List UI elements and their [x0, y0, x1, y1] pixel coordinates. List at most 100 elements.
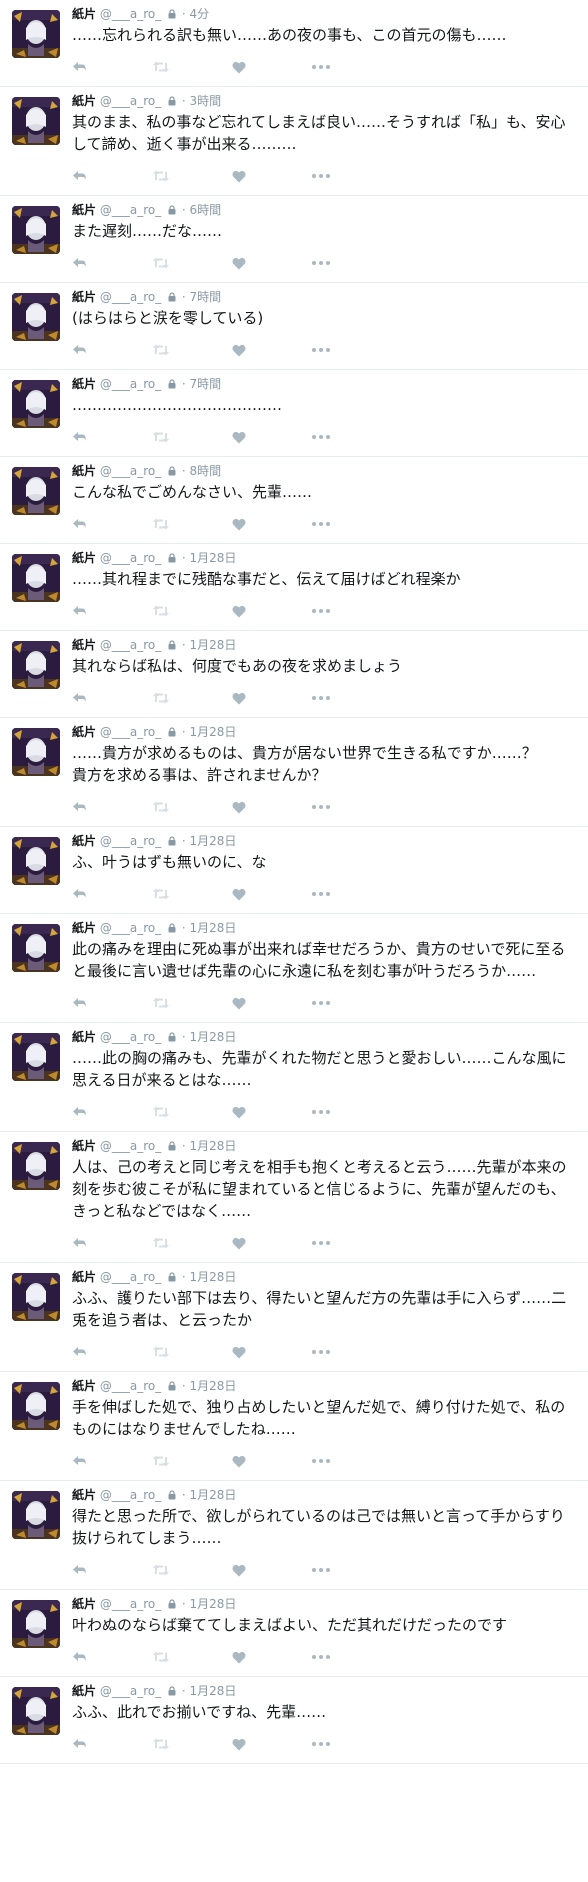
user-handle[interactable]: @___a_ro_ [100, 290, 161, 304]
retweet-button[interactable] [152, 683, 232, 713]
retweet-button[interactable] [152, 1642, 232, 1672]
like-button[interactable] [232, 1337, 312, 1367]
tweet[interactable]: 紙片 @___a_ro_ · 1月28日 ……此の胸の痛みも、先輩がくれた物だと… [0, 1023, 588, 1132]
timestamp[interactable]: 7時間 [190, 377, 222, 391]
retweet-button[interactable] [152, 596, 232, 626]
retweet-button[interactable] [152, 335, 232, 365]
tweet[interactable]: 紙片 @___a_ro_ · 1月28日 ふ、叶うはずも無いのに、な [0, 827, 588, 914]
user-handle[interactable]: @___a_ro_ [100, 1270, 161, 1284]
timestamp[interactable]: 1月28日 [190, 1684, 237, 1698]
retweet-button[interactable] [152, 1228, 232, 1258]
display-name[interactable]: 紙片 [72, 1379, 96, 1393]
timestamp[interactable]: 6時間 [190, 203, 222, 217]
more-button[interactable] [312, 596, 392, 626]
reply-button[interactable] [72, 52, 152, 82]
like-button[interactable] [232, 792, 312, 822]
like-button[interactable] [232, 1228, 312, 1258]
user-handle[interactable]: @___a_ro_ [100, 203, 161, 217]
more-button[interactable] [312, 1228, 392, 1258]
timestamp[interactable]: 1月28日 [190, 1597, 237, 1611]
more-button[interactable] [312, 1337, 392, 1367]
tweet[interactable]: 紙片 @___a_ro_ · 1月28日 此の痛みを理由に死ぬ事が出来れば幸せだ… [0, 914, 588, 1023]
user-handle[interactable]: @___a_ro_ [100, 834, 161, 848]
reply-button[interactable] [72, 792, 152, 822]
like-button[interactable] [232, 248, 312, 278]
display-name[interactable]: 紙片 [72, 290, 96, 304]
more-button[interactable] [312, 683, 392, 713]
user-handle[interactable]: @___a_ro_ [100, 1597, 161, 1611]
like-button[interactable] [232, 1446, 312, 1476]
display-name[interactable]: 紙片 [72, 94, 96, 108]
reply-button[interactable] [72, 1097, 152, 1127]
tweet[interactable]: 紙片 @___a_ro_ · 1月28日 ふふ、此れでお揃いですね、先輩…… [0, 1677, 588, 1764]
avatar[interactable] [12, 380, 60, 428]
reply-button[interactable] [72, 1555, 152, 1585]
user-handle[interactable]: @___a_ro_ [100, 94, 161, 108]
tweet[interactable]: 紙片 @___a_ro_ · 1月28日 ……其れ程までに残酷な事だと、伝えて届… [0, 544, 588, 631]
tweet[interactable]: 紙片 @___a_ro_ · 7時間 …………………………………… [0, 370, 588, 457]
timestamp[interactable]: 4分 [190, 7, 210, 21]
reply-button[interactable] [72, 1642, 152, 1672]
reply-button[interactable] [72, 335, 152, 365]
avatar[interactable] [12, 837, 60, 885]
user-handle[interactable]: @___a_ro_ [100, 725, 161, 739]
like-button[interactable] [232, 335, 312, 365]
more-button[interactable] [312, 1729, 392, 1759]
tweet[interactable]: 紙片 @___a_ro_ · 4分 ……忘れられる訳も無い……あの夜の事も、この… [0, 0, 588, 87]
more-button[interactable] [312, 792, 392, 822]
avatar[interactable] [12, 728, 60, 776]
timestamp[interactable]: 1月28日 [190, 551, 237, 565]
reply-button[interactable] [72, 596, 152, 626]
like-button[interactable] [232, 1729, 312, 1759]
avatar[interactable] [12, 924, 60, 972]
tweet[interactable]: 紙片 @___a_ro_ · 1月28日 叶わぬのならば棄ててしまえばよい、ただ… [0, 1590, 588, 1677]
timestamp[interactable]: 1月28日 [190, 1270, 237, 1284]
timestamp[interactable]: 1月28日 [190, 638, 237, 652]
user-handle[interactable]: @___a_ro_ [100, 1379, 161, 1393]
retweet-button[interactable] [152, 422, 232, 452]
like-button[interactable] [232, 161, 312, 191]
user-handle[interactable]: @___a_ro_ [100, 377, 161, 391]
display-name[interactable]: 紙片 [72, 551, 96, 565]
tweet[interactable]: 紙片 @___a_ro_ · 6時間 また遅刻……だな…… [0, 196, 588, 283]
more-button[interactable] [312, 1446, 392, 1476]
retweet-button[interactable] [152, 1097, 232, 1127]
more-button[interactable] [312, 161, 392, 191]
display-name[interactable]: 紙片 [72, 1488, 96, 1502]
avatar[interactable] [12, 467, 60, 515]
reply-button[interactable] [72, 422, 152, 452]
avatar[interactable] [12, 1491, 60, 1539]
display-name[interactable]: 紙片 [72, 1597, 96, 1611]
reply-button[interactable] [72, 1337, 152, 1367]
retweet-button[interactable] [152, 509, 232, 539]
like-button[interactable] [232, 422, 312, 452]
timestamp[interactable]: 1月28日 [190, 1488, 237, 1502]
more-button[interactable] [312, 1642, 392, 1672]
user-handle[interactable]: @___a_ro_ [100, 1488, 161, 1502]
reply-button[interactable] [72, 509, 152, 539]
retweet-button[interactable] [152, 879, 232, 909]
user-handle[interactable]: @___a_ro_ [100, 921, 161, 935]
tweet[interactable]: 紙片 @___a_ro_ · 1月28日 ……貴方が求めるものは、貴方が居ない世… [0, 718, 588, 827]
reply-button[interactable] [72, 161, 152, 191]
reply-button[interactable] [72, 248, 152, 278]
like-button[interactable] [232, 1555, 312, 1585]
more-button[interactable] [312, 248, 392, 278]
timestamp[interactable]: 1月28日 [190, 1379, 237, 1393]
retweet-button[interactable] [152, 1729, 232, 1759]
user-handle[interactable]: @___a_ro_ [100, 638, 161, 652]
display-name[interactable]: 紙片 [72, 464, 96, 478]
display-name[interactable]: 紙片 [72, 1030, 96, 1044]
tweet[interactable]: 紙片 @___a_ro_ · 1月28日 手を伸ばした処で、独り占めしたいと望ん… [0, 1372, 588, 1481]
like-button[interactable] [232, 509, 312, 539]
display-name[interactable]: 紙片 [72, 921, 96, 935]
display-name[interactable]: 紙片 [72, 377, 96, 391]
display-name[interactable]: 紙片 [72, 203, 96, 217]
display-name[interactable]: 紙片 [72, 725, 96, 739]
tweet[interactable]: 紙片 @___a_ro_ · 8時間 こんな私でごめんなさい、先輩…… [0, 457, 588, 544]
retweet-button[interactable] [152, 1446, 232, 1476]
like-button[interactable] [232, 1642, 312, 1672]
timestamp[interactable]: 1月28日 [190, 1030, 237, 1044]
avatar[interactable] [12, 1382, 60, 1430]
display-name[interactable]: 紙片 [72, 1139, 96, 1153]
